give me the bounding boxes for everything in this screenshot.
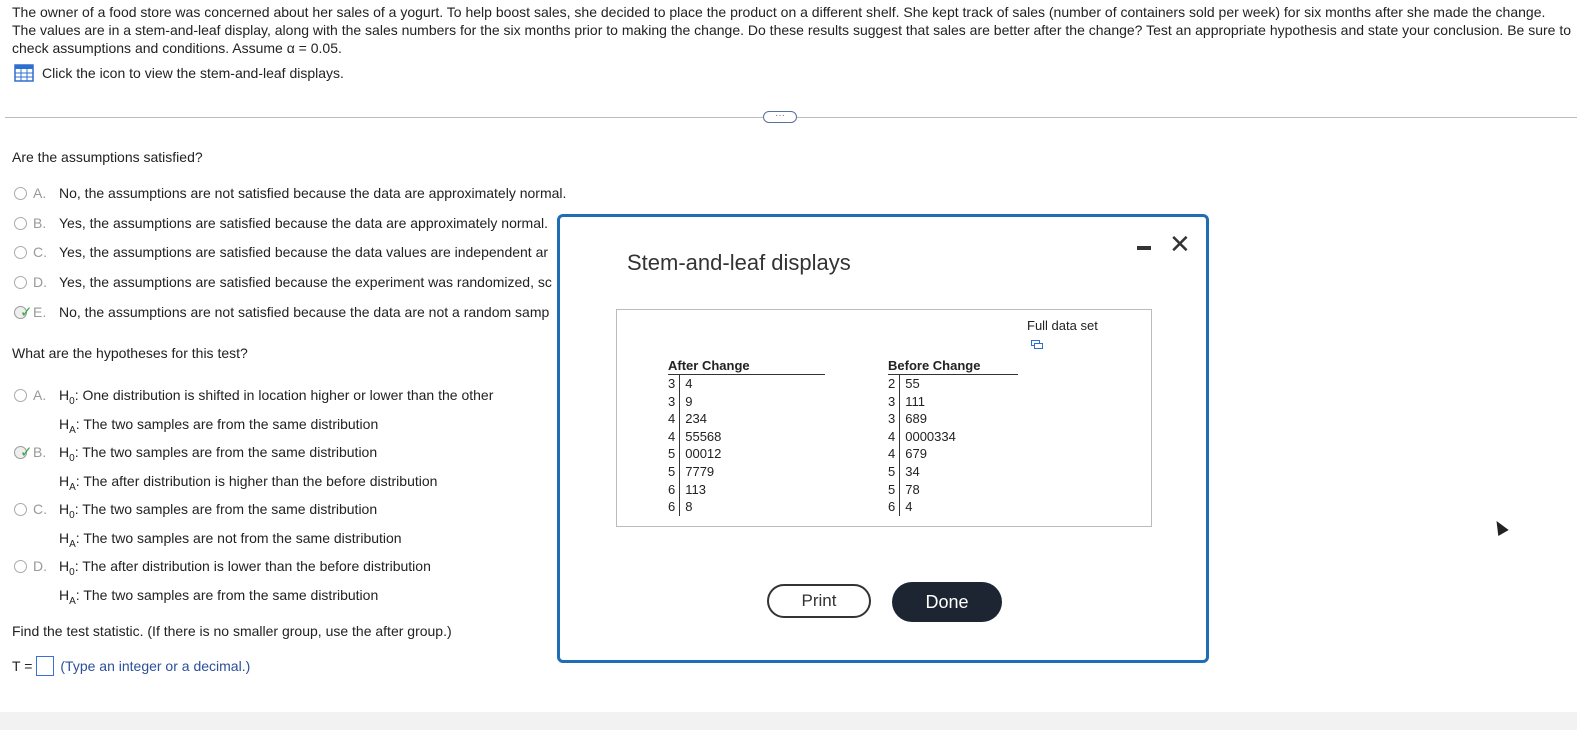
hypothesis-option-d[interactable]: D. H0: The after distribution is lower t… bbox=[14, 555, 431, 613]
option-text: Yes, the assumptions are satisfied becau… bbox=[59, 215, 548, 231]
option-text: No, the assumptions are not satisfied be… bbox=[59, 304, 550, 320]
view-link-text[interactable]: Click the icon to view the stem-and-leaf… bbox=[42, 65, 344, 81]
ha-text: The two samples are from the same distri… bbox=[83, 415, 379, 432]
print-button[interactable]: Print bbox=[767, 584, 871, 618]
before-change-display: Before Change 23 34 45 56 55 111 689 00003… bbox=[888, 358, 1018, 516]
table-icon[interactable] bbox=[14, 64, 34, 82]
option-text: No, the assumptions are not satisfied be… bbox=[59, 185, 567, 201]
statistic-label: T = bbox=[12, 658, 33, 674]
stem-leaf-panel: Full data set After Change 33 44 55 66 4… bbox=[616, 309, 1152, 527]
radio-d[interactable] bbox=[14, 560, 27, 573]
after-leaves: 49 234 55568 00012 7779 113 8 bbox=[685, 376, 722, 515]
assumption-option-a[interactable]: A. No, the assumptions are not satisfied… bbox=[14, 185, 566, 201]
footer-bar bbox=[0, 712, 1577, 730]
h0-text: The two samples are from the same distri… bbox=[82, 444, 378, 460]
assumption-option-d[interactable]: D. Yes, the assumptions are satisfied be… bbox=[14, 274, 552, 290]
radio-e-selected[interactable]: ✓ bbox=[14, 304, 33, 321]
minimize-icon[interactable] bbox=[1137, 246, 1151, 250]
checkmark-icon: ✓ bbox=[20, 304, 33, 321]
full-data-set-label: Full data set bbox=[1027, 318, 1098, 333]
radio-a[interactable] bbox=[14, 187, 27, 200]
statistic-answer-row: T = (Type an integer or a decimal.) bbox=[12, 656, 250, 676]
option-text: Yes, the assumptions are satisfied becau… bbox=[59, 244, 549, 260]
dialog-title: Stem-and-leaf displays bbox=[627, 250, 851, 275]
copy-icon[interactable] bbox=[1031, 340, 1043, 349]
assumption-option-e[interactable]: ✓ E. No, the assumptions are not satisfi… bbox=[14, 304, 550, 321]
assumption-option-b[interactable]: B. Yes, the assumptions are satisfied be… bbox=[14, 215, 548, 231]
after-change-display: After Change 33 44 55 66 49 234 55568 000… bbox=[668, 358, 825, 516]
radio-a[interactable] bbox=[14, 389, 27, 402]
radio-d[interactable] bbox=[14, 276, 27, 289]
assumption-option-c[interactable]: C. Yes, the assumptions are satisfied be… bbox=[14, 244, 548, 260]
before-stems: 23 34 45 56 bbox=[888, 375, 901, 516]
radio-b[interactable] bbox=[14, 217, 27, 230]
close-icon[interactable]: ✕ bbox=[1169, 231, 1191, 257]
ha-text: The two samples are not from the same di… bbox=[83, 529, 402, 546]
mouse-cursor-icon bbox=[1491, 517, 1509, 537]
statistic-input[interactable] bbox=[36, 656, 55, 676]
stem-leaf-dialog: Stem-and-leaf displays ✕ Full data set A… bbox=[557, 214, 1209, 663]
after-change-title: After Change bbox=[668, 358, 825, 375]
assumptions-prompt: Are the assumptions satisfied? bbox=[12, 149, 203, 165]
radio-c[interactable] bbox=[14, 503, 27, 516]
h0-text: The two samples are from the same distri… bbox=[82, 501, 378, 517]
h0-text: One distribution is shifted in location … bbox=[82, 387, 494, 403]
view-stem-leaf-link[interactable]: Click the icon to view the stem-and-leaf… bbox=[14, 64, 344, 82]
hypothesis-option-c[interactable]: C. H0: The two samples are from the same… bbox=[14, 498, 402, 556]
option-text: Yes, the assumptions are satisfied becau… bbox=[59, 274, 552, 290]
before-leaves: 55 111 689 0000334 679 34 78 4 bbox=[905, 376, 956, 515]
checkmark-icon: ✓ bbox=[20, 444, 33, 461]
ha-text: The after distribution is higher than th… bbox=[83, 472, 438, 489]
hypotheses-prompt: What are the hypotheses for this test? bbox=[12, 345, 248, 361]
radio-b-selected[interactable]: ✓ bbox=[14, 444, 33, 461]
more-options-icon[interactable]: ··· bbox=[763, 111, 797, 123]
radio-c[interactable] bbox=[14, 246, 27, 259]
hypothesis-option-a[interactable]: A. H0: One distribution is shifted in lo… bbox=[14, 384, 493, 442]
statistic-prompt: Find the test statistic. (If there is no… bbox=[12, 623, 452, 639]
question-text: The owner of a food store was concerned … bbox=[12, 4, 1572, 56]
before-change-title: Before Change bbox=[888, 358, 1018, 375]
done-button[interactable]: Done bbox=[892, 582, 1002, 622]
hypothesis-option-b[interactable]: ✓ B. H0: The two samples are from the sa… bbox=[14, 441, 437, 499]
ha-text: The two samples are from the same distri… bbox=[83, 586, 379, 603]
statistic-hint: (Type an integer or a decimal.) bbox=[60, 658, 251, 674]
after-stems: 33 44 55 66 bbox=[668, 375, 681, 516]
h0-text: The after distribution is lower than the… bbox=[82, 558, 431, 574]
